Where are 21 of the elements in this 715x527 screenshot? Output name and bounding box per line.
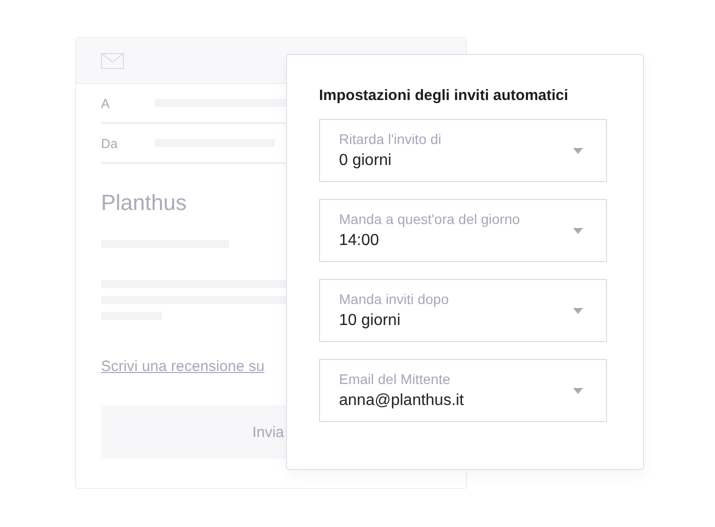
field-label: Da [101, 136, 119, 150]
brand-name: Planthus [101, 190, 187, 216]
envelope-icon [101, 52, 124, 68]
dropdown-field[interactable]: Email del Mittente anna@planthus.it [319, 359, 607, 422]
dropdown-field[interactable]: Ritarda l'invito di 0 giorni [319, 119, 607, 182]
field-value: anna@planthus.it [339, 392, 465, 410]
field-value: 14:00 [339, 232, 380, 250]
caret-icon [573, 388, 583, 394]
field-label: A [101, 96, 111, 110]
field-value: 10 giorni [339, 312, 402, 330]
panel-title: Impostazioni degli inviti automatici [319, 87, 570, 104]
dropdown-field[interactable]: Manda inviti dopo 10 giorni [319, 279, 607, 342]
field-value: 0 giorni [339, 152, 392, 170]
caret-icon [573, 228, 583, 234]
field-label: Manda a quest'ora del giorno [339, 211, 521, 227]
dropdown-field[interactable]: Manda a quest'ora del giorno 14:00 [319, 199, 607, 262]
field-label: Manda inviti dopo [339, 291, 450, 307]
field-label: Email del Mittente [339, 371, 452, 387]
caret-icon [573, 308, 583, 314]
field-label: Ritarda l'invito di [339, 131, 442, 147]
caret-icon [573, 148, 583, 154]
